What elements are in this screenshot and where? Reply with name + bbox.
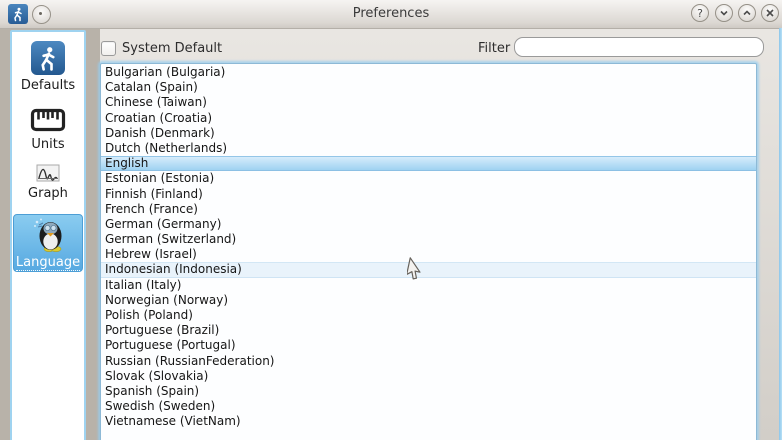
list-item[interactable]: Finnish (Finland) <box>101 187 756 202</box>
list-item[interactable]: Dutch (Netherlands) <box>101 141 756 156</box>
close-icon <box>765 8 775 18</box>
graph-icon <box>36 164 60 183</box>
system-default-checkbox[interactable] <box>101 41 116 56</box>
help-icon: ? <box>697 7 703 20</box>
sidebar-item-defaults[interactable]: Defaults <box>21 41 75 93</box>
list-item[interactable]: Croatian (Croatia) <box>101 111 756 126</box>
sidebar-category-list[interactable]: Defaults Units <box>10 30 86 440</box>
help-button[interactable]: ? <box>691 4 709 22</box>
list-item[interactable]: Portuguese (Portugal) <box>101 338 756 353</box>
sidebar-item-label: Units <box>31 137 64 152</box>
sidebar-item-units[interactable]: Units <box>30 106 66 152</box>
unshade-button[interactable] <box>738 4 756 22</box>
hiker-icon <box>31 41 65 75</box>
chevron-down-icon <box>719 8 729 18</box>
titlebar[interactable]: Preferences ? <box>0 0 782 29</box>
list-item[interactable]: Danish (Denmark) <box>101 126 756 141</box>
list-item[interactable]: Slovak (Slovakia) <box>101 369 756 384</box>
sidebar-item-graph[interactable]: Graph <box>28 164 68 201</box>
list-item[interactable]: Portuguese (Brazil) <box>101 323 756 338</box>
tux-penguin-icon <box>29 216 67 254</box>
shade-button[interactable] <box>715 4 733 22</box>
list-item[interactable]: French (France) <box>101 202 756 217</box>
list-item[interactable]: Bulgarian (Bulgaria) <box>101 65 756 80</box>
list-item[interactable]: Polish (Poland) <box>101 308 756 323</box>
list-item[interactable]: Vietnamese (VietNam) <box>101 414 756 429</box>
list-item[interactable]: Indonesian (Indonesia) <box>101 262 756 277</box>
filter-input[interactable] <box>514 37 764 57</box>
list-item[interactable]: Hebrew (Israel) <box>101 247 756 262</box>
sidebar-item-language[interactable]: Language <box>13 214 83 272</box>
system-default-label: System Default <box>122 41 222 56</box>
window-title: Preferences <box>0 6 782 21</box>
list-item[interactable]: Catalan (Spain) <box>101 80 756 95</box>
list-item[interactable]: Norwegian (Norway) <box>101 293 756 308</box>
list-item[interactable]: Spanish (Spain) <box>101 384 756 399</box>
list-item[interactable]: German (Germany) <box>101 217 756 232</box>
list-item[interactable]: Italian (Italy) <box>101 278 756 293</box>
close-button[interactable] <box>761 4 779 22</box>
language-list[interactable]: Bulgarian (Bulgaria)Catalan (Spain)Chine… <box>100 63 757 440</box>
list-item[interactable]: English <box>101 156 756 171</box>
sidebar-item-label: Defaults <box>21 78 75 93</box>
filter-label: Filter <box>478 41 510 56</box>
ruler-icon <box>30 106 66 134</box>
list-item[interactable]: Swedish (Sweden) <box>101 399 756 414</box>
sidebar-item-label: Language <box>16 255 80 271</box>
list-item[interactable]: Estonian (Estonia) <box>101 171 756 186</box>
preferences-dialog: Preferences ? <box>0 0 782 440</box>
chevron-up-icon <box>742 8 752 18</box>
list-item[interactable]: Russian (RussianFederation) <box>101 354 756 369</box>
list-item[interactable]: German (Switzerland) <box>101 232 756 247</box>
sidebar-item-label: Graph <box>28 186 68 201</box>
list-item[interactable]: Chinese (Taiwan) <box>101 95 756 110</box>
sidebar-background: Defaults Units <box>0 29 100 440</box>
